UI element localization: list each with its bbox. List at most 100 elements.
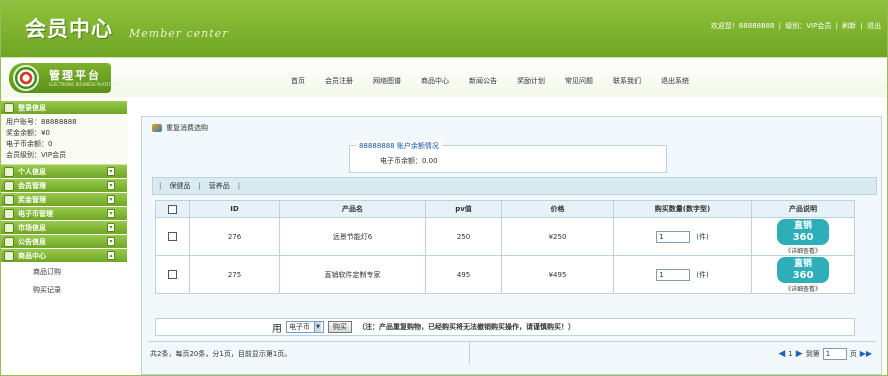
quantity-input[interactable]: 1 [656,230,691,243]
tab-nutrition[interactable]: 营养品 [209,181,230,191]
separator: | [237,182,241,190]
expand-icon: ▾ [107,209,115,218]
sidebar-item-products[interactable]: 商品中心 ▴ [1,249,127,263]
platform-badge-subtext: ELECTRONIC BUSINESS PLATFORM [49,82,119,87]
cell-pv: 250 [425,217,502,256]
detail-link[interactable]: 《详细查看》 [752,246,854,255]
nav-logout[interactable]: 退出系统 [651,74,699,88]
separator: | [159,182,162,190]
folder-icon [4,222,14,233]
detail-link[interactable]: 《详细查看》 [752,284,854,293]
sidebar-item-label: 商品中心 [18,251,46,260]
sidebar-item-label: 公告信息 [18,237,46,246]
col-qty: 购买数量(数字型) [613,200,752,218]
table-row: 275 直销软件定制专家 495 ¥495 1 (件) 直销 360 《详细查看》 [155,255,855,294]
nav-news[interactable]: 新闻公告 [459,74,507,88]
balance-box: 88888888 账户余额情况 电子币余额：0.00 [349,141,667,173]
account-id: 用户账号：88888888 [6,118,77,126]
row-checkbox[interactable] [168,232,177,241]
ecoin-balance: 电子币余额：0 [6,140,53,148]
next-page-icon[interactable]: ▶ [796,349,803,359]
select-all-checkbox[interactable] [168,204,177,214]
cell-name: 直销软件定制专家 [279,255,426,294]
welcome-text: 欢迎您！88888888 [710,22,775,30]
panel-title-text: 重复消费选购 [166,124,208,132]
cell-pv: 495 [425,255,502,294]
col-desc: 产品说明 [751,200,855,218]
nav-register[interactable]: 会员注册 [315,74,363,88]
sidebar-item-members[interactable]: 会员管理 ▾ [1,179,127,193]
product-logo-image[interactable]: 直销 360 [777,218,829,245]
sidebar-item-profile[interactable]: 个人信息 ▾ [1,165,127,179]
chevron-down-icon: ▼ [314,322,321,332]
tab-health[interactable]: 保健品 [169,181,190,191]
user-level: 级别：VIP会员 [785,22,832,30]
separator: | [835,22,838,30]
sidebar-link-history[interactable]: 购买记录 [1,281,127,299]
separator: | [198,182,201,190]
purchase-note: （注：产品重复购物，已经购买将无法撤销购买操作，请谨慎购买！） [358,323,575,331]
sidebar-item-ecoin[interactable]: 电子币管理 ▾ [1,207,127,221]
cell-desc: 直销 360 《详细查看》 [751,255,855,294]
sidebar-item-label: 个人信息 [18,167,46,176]
sidebar-item-label: 电子币管理 [18,209,53,218]
folder-icon [4,180,14,191]
logout-link[interactable]: 退出 [867,22,881,30]
main-panel: 重复消费选购 88888888 账户余额情况 电子币余额：0.00 | 保健品 … [141,116,882,375]
sidebar-item-bonus[interactable]: 奖金管理 ▾ [1,193,127,207]
buy-button[interactable]: 购买 [328,321,352,333]
row-select [155,217,190,256]
page-number-input[interactable]: 1 [822,347,847,360]
folder-icon [4,102,14,113]
sidebar-item-market[interactable]: 市场信息 ▾ [1,221,127,235]
refresh-link[interactable]: 刷新 [842,22,856,30]
nav-products[interactable]: 商品中心 [411,74,459,88]
site-title: 会员中心 [25,17,113,41]
goto-label: 到第 [805,349,820,358]
nav-home[interactable]: 首页 [281,74,315,88]
prev-page-icon[interactable]: ◀ [778,349,785,359]
logo-text: 直销 [793,220,812,231]
unit-label: (件) [696,270,709,279]
row-checkbox[interactable] [168,270,177,279]
nav-rewards[interactable]: 奖励计划 [507,74,555,88]
product-logo-image[interactable]: 直销 360 [777,256,829,283]
sidebar-item-label: 奖金管理 [18,195,46,204]
col-id: ID [189,200,280,218]
sidebar-item-notices[interactable]: 公告信息 ▾ [1,235,127,249]
nav-contact[interactable]: 联系我们 [603,74,651,88]
header: 会员中心 Member center 欢迎您！88888888 | 级别：VIP… [1,1,887,57]
logo-number: 360 [792,269,814,281]
user-info: 欢迎您！88888888 | 级别：VIP会员 | 刷新 | 退出 [711,21,883,31]
cell-id: 276 [189,217,280,256]
col-name: 产品名 [279,200,426,218]
bonus-balance: 奖金余额：¥0 [6,129,50,137]
cart-icon [152,124,162,132]
sidebar-link-order[interactable]: 商品订购 [1,263,127,281]
go-page-icon[interactable]: ▶▶ [860,349,872,358]
sidebar-header-label: 登录信息 [18,103,46,112]
top-nav: 首页 会员注册 网络图谱 商品中心 新闻公告 奖励计划 常见问题 联系我们 退出… [281,74,699,88]
logo-text: 直销 [793,258,812,269]
balance-legend: 88888888 账户余额情况 [356,141,442,151]
unit-label: (件) [696,232,709,241]
nav-faq[interactable]: 常见问题 [555,74,603,88]
sidebar-item-label: 市场信息 [18,223,46,232]
logo-number: 360 [792,231,814,243]
expand-icon: ▾ [107,195,115,204]
sidebar-item-label: 会员管理 [18,181,46,190]
payment-method-value: 电子币 [289,323,310,331]
member-level: 会员级别：VIP会员 [6,151,67,159]
sidebar-account-header[interactable]: 登录信息 [1,101,127,115]
folder-icon [4,236,14,247]
folder-icon [4,250,14,261]
account-info: 用户账号：88888888 奖金余额：¥0 电子币余额：0 会员级别：VIP会员 [1,115,127,165]
col-price: 价格 [501,200,614,218]
cell-qty: 1 (件) [613,217,752,256]
nav-network[interactable]: 网络图谱 [363,74,411,88]
quantity-input[interactable]: 1 [656,268,691,281]
payment-method-select[interactable]: 电子币 ▼ [286,321,324,333]
target-logo-icon [13,65,39,91]
pagination: 共2条，每页20条，分1页，目前显示第1页。 ◀ 1 ▶ 到第 1 页 ▶▶ [148,341,876,365]
folder-icon [4,166,14,177]
